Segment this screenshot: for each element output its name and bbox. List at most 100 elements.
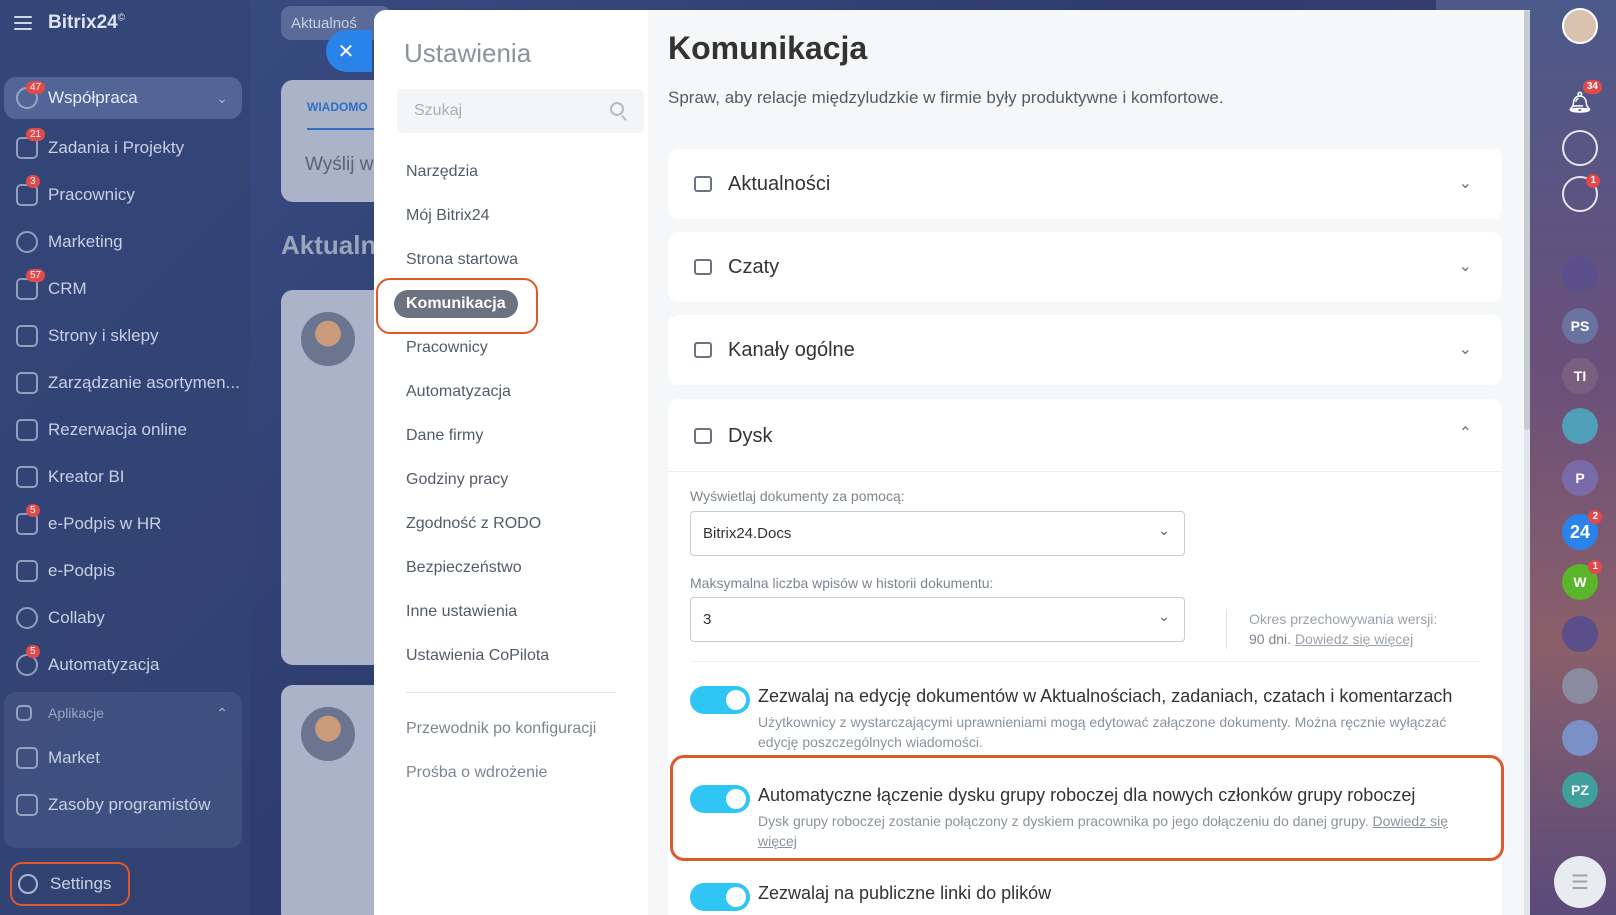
left-sidebar: Bitrix24© 47 Współpraca ⌄ 21 Zadania i P… [0, 0, 250, 915]
settings-nav-item[interactable]: Pracownicy [374, 326, 648, 370]
right-rail: 🔔︎ 34 1 PS TI P 24 2 W 1 PZ ☰ [1544, 0, 1616, 915]
contact-avatar[interactable]: PS [1562, 308, 1598, 344]
contact-avatar[interactable]: PZ [1562, 772, 1598, 808]
bell-icon[interactable]: 🔔︎ 34 [1562, 80, 1602, 120]
nav-item-sites[interactable]: Strony i sklepy [4, 312, 242, 359]
section-kanaly[interactable]: Kanały ogólne ⌄ [668, 315, 1502, 385]
settings-nav-item[interactable]: Dane firmy [374, 414, 648, 458]
main-nav: 47 Współpraca ⌄ 21 Zadania i Projekty 3 … [4, 77, 242, 688]
chevron-down-icon: ⌄ [1458, 175, 1472, 192]
background-send-text: Wyślij w [305, 154, 374, 175]
nav-item-booking[interactable]: Rezerwacja online [4, 406, 242, 453]
nav-item-developer[interactable]: Zasoby programistów [4, 781, 242, 828]
section-czaty[interactable]: Czaty ⌄ [668, 232, 1502, 302]
settings-nav: Ustawienia Szukaj Narzędzia Mój Bitrix24… [374, 10, 648, 915]
toggle-title: Automatyczne łączenie dysku grupy robocz… [758, 785, 1416, 805]
apps-section: Aplikacje ⌃ Market Zasoby programistów [4, 692, 242, 848]
nav-item-crm[interactable]: 57 CRM [4, 265, 242, 312]
menu-list-icon[interactable]: ☰ [1554, 856, 1606, 908]
chat-badge: 1 [1586, 174, 1600, 188]
nav-badge: 57 [26, 269, 46, 282]
settings-nav-item[interactable]: Narzędzia [374, 150, 648, 194]
warehouse-icon [16, 371, 38, 394]
nav-item-esign-hr[interactable]: 5 e-Podpis w HR [4, 500, 242, 547]
search-icon [610, 102, 624, 116]
nav-label: e-Podpis w HR [48, 513, 162, 533]
newspaper-icon [694, 176, 712, 192]
contact-avatar[interactable] [1562, 668, 1598, 704]
history-select-value: 3 [703, 611, 712, 628]
group-chat-icon[interactable] [1562, 408, 1598, 444]
toggle-switch[interactable] [690, 883, 750, 911]
group-icon[interactable] [1562, 720, 1598, 756]
settings-nav-footer-item[interactable]: Prośba o wdrożenie [374, 751, 648, 795]
copilot-icon[interactable] [1562, 256, 1598, 292]
settings-nav-item[interactable]: Ustawienia CoPilota [374, 634, 648, 678]
nav-item-employees[interactable]: 3 Pracownicy [4, 171, 242, 218]
market-icon [16, 746, 38, 769]
bitrix24-chat-icon[interactable]: 24 2 [1562, 510, 1602, 550]
nav-item-marketing[interactable]: Marketing [4, 218, 242, 265]
nav-label: Rezerwacja online [48, 419, 187, 439]
nav-item-wspolpraca[interactable]: 47 Współpraca ⌄ [4, 77, 242, 119]
nav-item-market[interactable]: Market [4, 734, 242, 781]
nav-label: Marketing [48, 231, 123, 251]
settings-nav-item[interactable]: Automatyzacja [374, 370, 648, 414]
target-icon[interactable] [1562, 130, 1598, 166]
nav-item-collaby[interactable]: Collaby [4, 594, 242, 641]
docs-select[interactable]: Bitrix24.Docs ⌄ [690, 511, 1185, 556]
nav-badge: 5 [26, 645, 40, 658]
retention-value: 90 dni. [1249, 631, 1292, 647]
scrollbar[interactable] [1524, 10, 1530, 915]
settings-search-input[interactable]: Szukaj [397, 89, 644, 133]
copilot-icon[interactable] [1562, 616, 1598, 652]
contact-avatar[interactable]: W 1 [1562, 560, 1602, 600]
settings-label: Settings [50, 874, 112, 893]
toggle-switch[interactable] [690, 785, 750, 813]
settings-nav-item[interactable]: Strona startowa [374, 238, 648, 282]
history-label: Maksymalna liczba wpisów w historii doku… [690, 575, 994, 591]
scrollbar-thumb[interactable] [1524, 10, 1530, 430]
settings-button[interactable]: Settings [10, 862, 130, 906]
settings-nav-item-active[interactable]: Komunikacja [374, 282, 648, 326]
nav-item-inventory[interactable]: Zarządzanie asortymen... [4, 359, 242, 406]
chat-icon[interactable]: 1 [1562, 174, 1600, 212]
logo-row: Bitrix24© [14, 12, 125, 34]
section-title: Kanały ogólne [728, 339, 855, 361]
section-title: Aktualności [728, 173, 831, 195]
contact-avatar[interactable]: TI [1562, 358, 1598, 394]
retention-link[interactable]: Dowiedz się więcej [1295, 631, 1413, 647]
nav-item-esign[interactable]: e-Podpis [4, 547, 242, 594]
settings-nav-footer-item[interactable]: Przewodnik po konfiguracji [374, 707, 648, 751]
nav-label: Strony i sklepy [48, 325, 159, 345]
notification-badge: 34 [1582, 80, 1602, 94]
nav-label: Zadania i Projekty [48, 137, 185, 157]
docs-select-value: Bitrix24.Docs [703, 525, 792, 542]
toggle-switch[interactable] [690, 686, 750, 714]
settings-nav-item[interactable]: Bezpieczeństwo [374, 546, 648, 590]
toggle-title: Zezwalaj na publiczne linki do plików [758, 883, 1052, 903]
page-subtitle: Spraw, aby relacje międzyludzkie w firmi… [668, 88, 1224, 107]
chevron-up-icon[interactable]: ⌃ [1459, 423, 1472, 443]
nav-item-automation[interactable]: 5 Automatyzacja [4, 641, 242, 688]
settings-panel: Ustawienia Szukaj Narzędzia Mój Bitrix24… [374, 10, 1524, 915]
section-aktualnosci[interactable]: Aktualności ⌄ [668, 149, 1502, 219]
nav-label: Kreator BI [48, 466, 125, 486]
close-panel-button[interactable]: ✕ [326, 30, 372, 72]
nav-item-bi[interactable]: Kreator BI [4, 453, 242, 500]
contact-avatar[interactable]: P [1562, 460, 1598, 496]
settings-nav-item[interactable]: Godziny pracy [374, 458, 648, 502]
history-select[interactable]: 3 ⌄ [690, 597, 1185, 642]
nav-item-tasks[interactable]: 21 Zadania i Projekty [4, 124, 242, 171]
settings-nav-list: Narzędzia Mój Bitrix24 Strona startowa K… [374, 150, 648, 795]
apps-header[interactable]: Aplikacje ⌃ [4, 692, 242, 734]
nav-badge: 47 [26, 81, 46, 94]
settings-nav-item[interactable]: Inne ustawienia [374, 590, 648, 634]
nav-label: Market [48, 747, 100, 767]
menu-icon[interactable] [14, 16, 32, 30]
app-logo[interactable]: Bitrix24© [48, 12, 125, 34]
settings-nav-item[interactable]: Zgodność z RODO [374, 502, 648, 546]
settings-nav-item[interactable]: Mój Bitrix24 [374, 194, 648, 238]
settings-title: Ustawienia [404, 38, 532, 68]
user-avatar[interactable] [1562, 8, 1598, 44]
